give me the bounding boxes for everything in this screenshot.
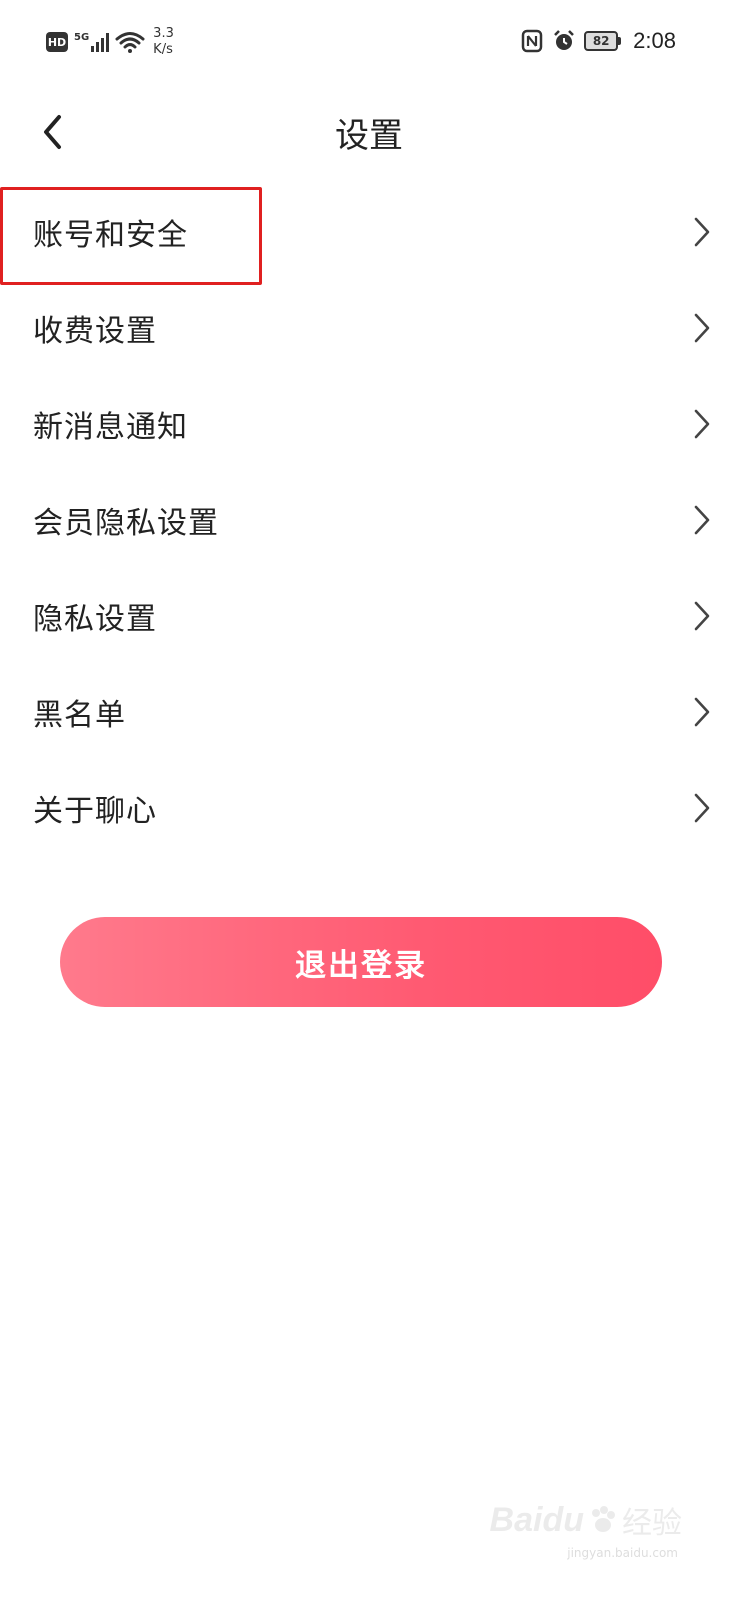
logout-button[interactable]: 退出登录 — [60, 917, 662, 1007]
menu-item-label: 关于聊心 — [33, 794, 157, 829]
battery-icon: 82 — [584, 31, 622, 51]
settings-menu: 账号和安全 收费设置 新消息通知 会员隐私设置 隐私设置 黑名单 关于聊心 — [0, 184, 738, 856]
watermark: Baidu 经验 — [490, 1498, 682, 1542]
status-right: 82 2:08 — [520, 28, 676, 54]
menu-item-label: 会员隐私设置 — [33, 506, 219, 541]
watermark-url: jingyan.baidu.com — [567, 1546, 678, 1560]
menu-item-fee-settings[interactable]: 收费设置 — [0, 280, 738, 376]
alarm-icon — [554, 30, 575, 50]
hd-badge: HD — [46, 32, 68, 52]
speed-unit: K/s — [153, 42, 173, 57]
signal-icon — [91, 32, 110, 52]
clock: 2:08 — [633, 28, 676, 53]
menu-item-member-privacy[interactable]: 会员隐私设置 — [0, 472, 738, 568]
chevron-right-icon — [694, 505, 710, 535]
chevron-right-icon — [694, 793, 710, 823]
status-left: HD 5G 3.3 K/s — [46, 26, 174, 58]
nfc-icon — [521, 29, 543, 53]
chevron-right-icon — [694, 697, 710, 727]
chevron-right-icon — [694, 217, 710, 247]
menu-item-label: 收费设置 — [33, 314, 157, 349]
menu-item-label: 黑名单 — [33, 698, 126, 733]
menu-item-privacy[interactable]: 隐私设置 — [0, 568, 738, 664]
menu-item-label: 新消息通知 — [33, 410, 188, 445]
status-bar: HD 5G 3.3 K/s 82 2:08 — [0, 0, 738, 84]
chevron-right-icon — [694, 409, 710, 439]
menu-item-account-security[interactable]: 账号和安全 — [0, 184, 738, 280]
watermark-logo: Baidu — [489, 1500, 584, 1539]
chevron-right-icon — [694, 601, 710, 631]
page-title: 设置 — [335, 116, 403, 156]
menu-item-notifications[interactable]: 新消息通知 — [0, 376, 738, 472]
menu-item-label: 隐私设置 — [33, 602, 157, 637]
battery-level: 82 — [584, 31, 619, 51]
menu-item-about[interactable]: 关于聊心 — [0, 760, 738, 856]
watermark-text: 经验 — [622, 1506, 682, 1541]
header: 设置 — [0, 96, 738, 176]
chevron-right-icon — [694, 313, 710, 343]
wifi-icon — [115, 32, 145, 53]
speed-value: 3.3 — [153, 26, 174, 41]
menu-item-blacklist[interactable]: 黑名单 — [0, 664, 738, 760]
network-speed: 3.3 K/s — [153, 26, 174, 58]
network-type: 5G — [74, 31, 90, 43]
menu-item-label: 账号和安全 — [33, 218, 188, 253]
paw-icon — [592, 1506, 615, 1532]
